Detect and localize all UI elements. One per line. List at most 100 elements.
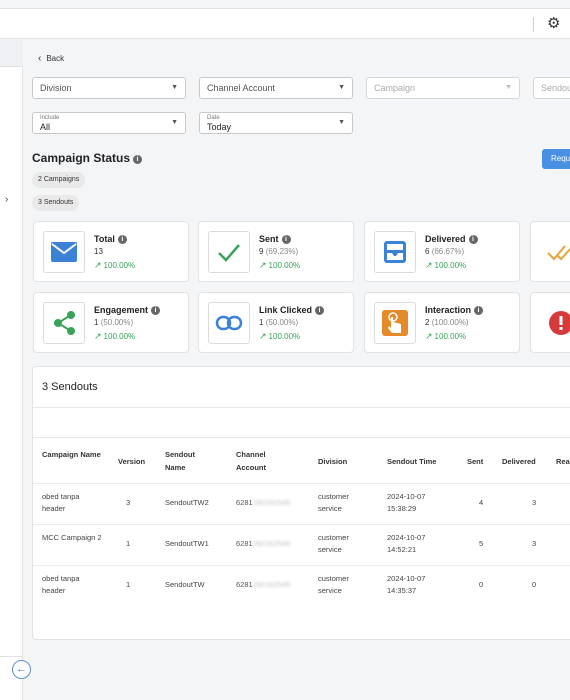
link-icon [208,302,250,344]
campaign-select-value: Campaign [374,83,416,93]
topbar-divider [533,17,534,32]
column-header[interactable]: Sendout Name [165,448,215,474]
sendouts-panel: 3 Sendouts Campaign Name Version Sendout… [32,366,570,640]
cell-sendout-name: SendoutTW2 [165,498,209,507]
stat-card-engagement: Engagement i 1 (50.00%) ↗ 100.00% [33,292,189,353]
cell-sendout-time: 2024-10-07 14:52:21 [387,533,426,554]
chevron-right-icon[interactable]: › [5,194,8,205]
column-header[interactable]: Channel Account [236,448,286,474]
stat-value-number: 1 [94,318,99,327]
channel-account-select-value: Channel Account [207,83,276,93]
stat-trend-value: 100.00% [103,261,136,270]
stat-title: Link Clicked i [259,305,325,315]
table-row[interactable]: obed tanpa header 3 SendoutTW2 628129216… [33,483,570,524]
stat-title-label: Link Clicked [259,305,313,315]
column-header[interactable]: Sent [467,455,483,468]
include-value: All [40,122,51,132]
cell-sent: 0 [479,580,484,589]
stat-value-percent: (50.00%) [100,318,134,327]
stat-title: Sent i [259,234,291,244]
cell-version: 3 [126,498,131,507]
column-header[interactable]: Sendout Time [387,455,436,468]
back-label: Back [46,54,65,63]
stat-value: 1 (50.00%) [94,318,133,327]
channel-prefix: 6281 [236,539,253,548]
stat-trend: ↗ 100.00% [259,260,300,271]
cell-sent: 4 [479,498,484,507]
sidebar: › ← [0,40,31,700]
column-header[interactable]: Rea [556,455,570,468]
date-select[interactable]: Date Today ▼ [199,112,353,134]
division-select[interactable]: Division ▼ [32,77,186,99]
info-icon[interactable]: i [315,306,325,315]
stat-value-number: 9 [259,247,264,256]
collapse-sidebar-icon[interactable]: ← [12,660,31,679]
sendout-select-value: Sendou [541,83,570,93]
stat-value: 9 (69.23%) [259,247,298,256]
cell-sent: 5 [479,539,484,548]
stat-card-read-partial [530,221,570,282]
campaign-select[interactable]: Campaign ▼ [366,77,520,99]
table-row[interactable]: obed tanpa header 1 SendoutTW 6281292162… [33,565,570,606]
stat-card-delivered: Delivered i 6 (66.67%) ↗ 100.00% [364,221,520,282]
column-header[interactable]: Delivered [502,455,536,468]
cell-campaign-name: MCC Campaign 2 [42,533,102,542]
main-content: ‹ Back Division ▼ Channel Account ▼ Campa… [24,40,570,700]
trend-up-icon: ↗ [259,260,267,270]
channel-prefix: 6281 [236,580,253,589]
stat-card-total: Total i 13 ↗ 100.00% [33,221,189,282]
inbox-tray-icon [374,231,416,273]
stat-value-percent: (66.67%) [431,247,465,256]
include-select[interactable]: Include All ▼ [32,112,186,134]
stat-title-label: Engagement [94,305,149,315]
info-icon[interactable]: i [468,235,478,244]
stat-trend-value: 100.00% [268,261,301,270]
stat-trend: ↗ 100.00% [425,331,466,342]
info-icon[interactable]: i [133,155,143,164]
stat-trend-value: 100.00% [103,332,136,341]
cell-division: customer service [318,574,349,595]
info-icon[interactable]: i [117,235,127,244]
info-icon[interactable]: i [474,306,484,315]
stat-value-percent: (50.00%) [265,318,299,327]
info-icon[interactable]: i [151,306,161,315]
caret-down-icon: ▼ [338,84,345,91]
cell-delivered: 3 [532,539,537,548]
campaign-status-label: Campaign Status [32,151,131,165]
column-header[interactable]: Campaign Name [42,448,102,461]
gear-icon[interactable]: ⚙ [547,14,560,34]
sidebar-selected-item[interactable] [0,40,23,67]
chevron-left-icon: ‹ [38,53,42,64]
cell-campaign-name: obed tanpa header [42,492,80,513]
tap-hand-icon [374,302,416,344]
cell-sendout-time: 2024-10-07 14:35:37 [387,574,426,595]
caret-down-icon: ▼ [171,84,178,91]
column-header[interactable]: Division [318,455,347,468]
table-row[interactable]: MCC Campaign 2 1 SendoutTW1 628129216254… [33,524,570,565]
stat-trend: ↗ 100.00% [94,260,135,271]
sendouts-title: 3 Sendouts [42,381,98,393]
stat-value-number: 6 [425,247,430,256]
caret-down-icon: ▼ [505,84,512,91]
stat-card-sent: Sent i 9 (69.23%) ↗ 100.00% [198,221,354,282]
stat-value-number: 1 [259,318,264,327]
cell-sendout-name: SendoutTW1 [165,539,209,548]
request-button[interactable]: Requ [542,149,570,169]
channel-prefix: 6281 [236,498,253,507]
stat-title-label: Interaction [425,305,472,315]
back-link[interactable]: ‹ Back [38,53,64,64]
double-check-icon [540,231,570,273]
sendout-select[interactable]: Sendou [533,77,570,99]
campaigns-count-badge: 2 Campaigns [32,172,86,188]
stat-value: 6 (66.67%) [425,247,464,256]
channel-account-select[interactable]: Channel Account ▼ [199,77,353,99]
stat-title-label: Sent [259,234,279,244]
cell-sendout-name: SendoutTW [165,580,205,589]
column-header[interactable]: Version [118,455,145,468]
cell-channel-account: 6281292162545 [236,539,291,548]
info-icon[interactable]: i [281,235,291,244]
cell-sendout-time: 2024-10-07 15:38:29 [387,492,426,513]
error-icon [540,302,570,344]
stat-title: Delivered i [425,234,478,244]
stat-trend: ↗ 100.00% [425,260,466,271]
